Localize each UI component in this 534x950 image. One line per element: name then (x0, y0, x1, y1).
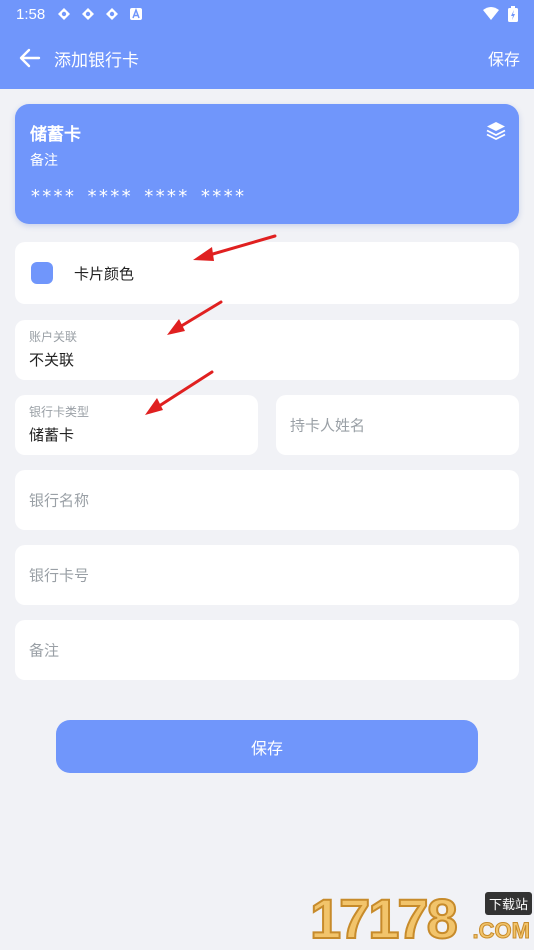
account-link-value: 不关联 (29, 351, 75, 369)
a-icon (130, 7, 143, 20)
app-icon (106, 8, 119, 20)
account-link-label: 账户关联 (29, 330, 78, 344)
card-color-field[interactable]: 卡片颜色 (15, 242, 519, 304)
card-type-label: 储蓄卡 (30, 125, 81, 145)
card-color-swatch[interactable] (31, 262, 53, 284)
status-right (482, 6, 518, 22)
card-type-field-value: 储蓄卡 (29, 426, 75, 444)
card-number-placeholder: 银行卡号 (29, 566, 90, 585)
watermark-logo: 17178 下载站 .COM (309, 886, 534, 950)
arrow-left-icon (19, 48, 41, 68)
wifi-icon (483, 7, 499, 20)
note-input[interactable]: 备注 (15, 620, 519, 680)
card-color-label: 卡片颜色 (74, 265, 135, 283)
status-bar: 1:58 (0, 0, 534, 28)
bank-name-placeholder: 银行名称 (29, 491, 90, 510)
card-number-label: **** **** **** **** (30, 186, 246, 207)
watermark-domain: .COM (472, 918, 530, 944)
holder-name-input[interactable]: 持卡人姓名 (276, 395, 519, 455)
card-type-field-label: 银行卡类型 (29, 405, 90, 419)
toolbar: 添加银行卡 保存 (0, 38, 534, 78)
note-placeholder: 备注 (29, 641, 60, 660)
card-type-field[interactable]: 银行卡类型 储蓄卡 (15, 395, 258, 455)
account-link-field[interactable]: 账户关联 不关联 (15, 320, 519, 380)
toolbar-save-button[interactable]: 保存 (488, 46, 520, 70)
holder-name-placeholder: 持卡人姓名 (290, 416, 366, 435)
battery-icon (508, 6, 518, 22)
app-icon (58, 8, 71, 20)
back-button[interactable] (12, 40, 48, 76)
page-title: 添加银行卡 (54, 50, 139, 71)
card-preview[interactable]: 储蓄卡 备注 **** **** **** **** (15, 104, 519, 224)
card-number-input[interactable]: 银行卡号 (15, 545, 519, 605)
bank-name-input[interactable]: 银行名称 (15, 470, 519, 530)
status-time: 1:58 (16, 5, 46, 23)
watermark-number: 17178 (309, 886, 459, 950)
app-header: 1:58 添加银行卡 保存 (0, 0, 534, 89)
app-icon (82, 8, 95, 20)
watermark-tag: 下载站 (484, 892, 532, 915)
card-note-label: 备注 (30, 153, 58, 169)
layers-icon[interactable] (485, 120, 507, 142)
save-button[interactable]: 保存 (56, 720, 478, 773)
